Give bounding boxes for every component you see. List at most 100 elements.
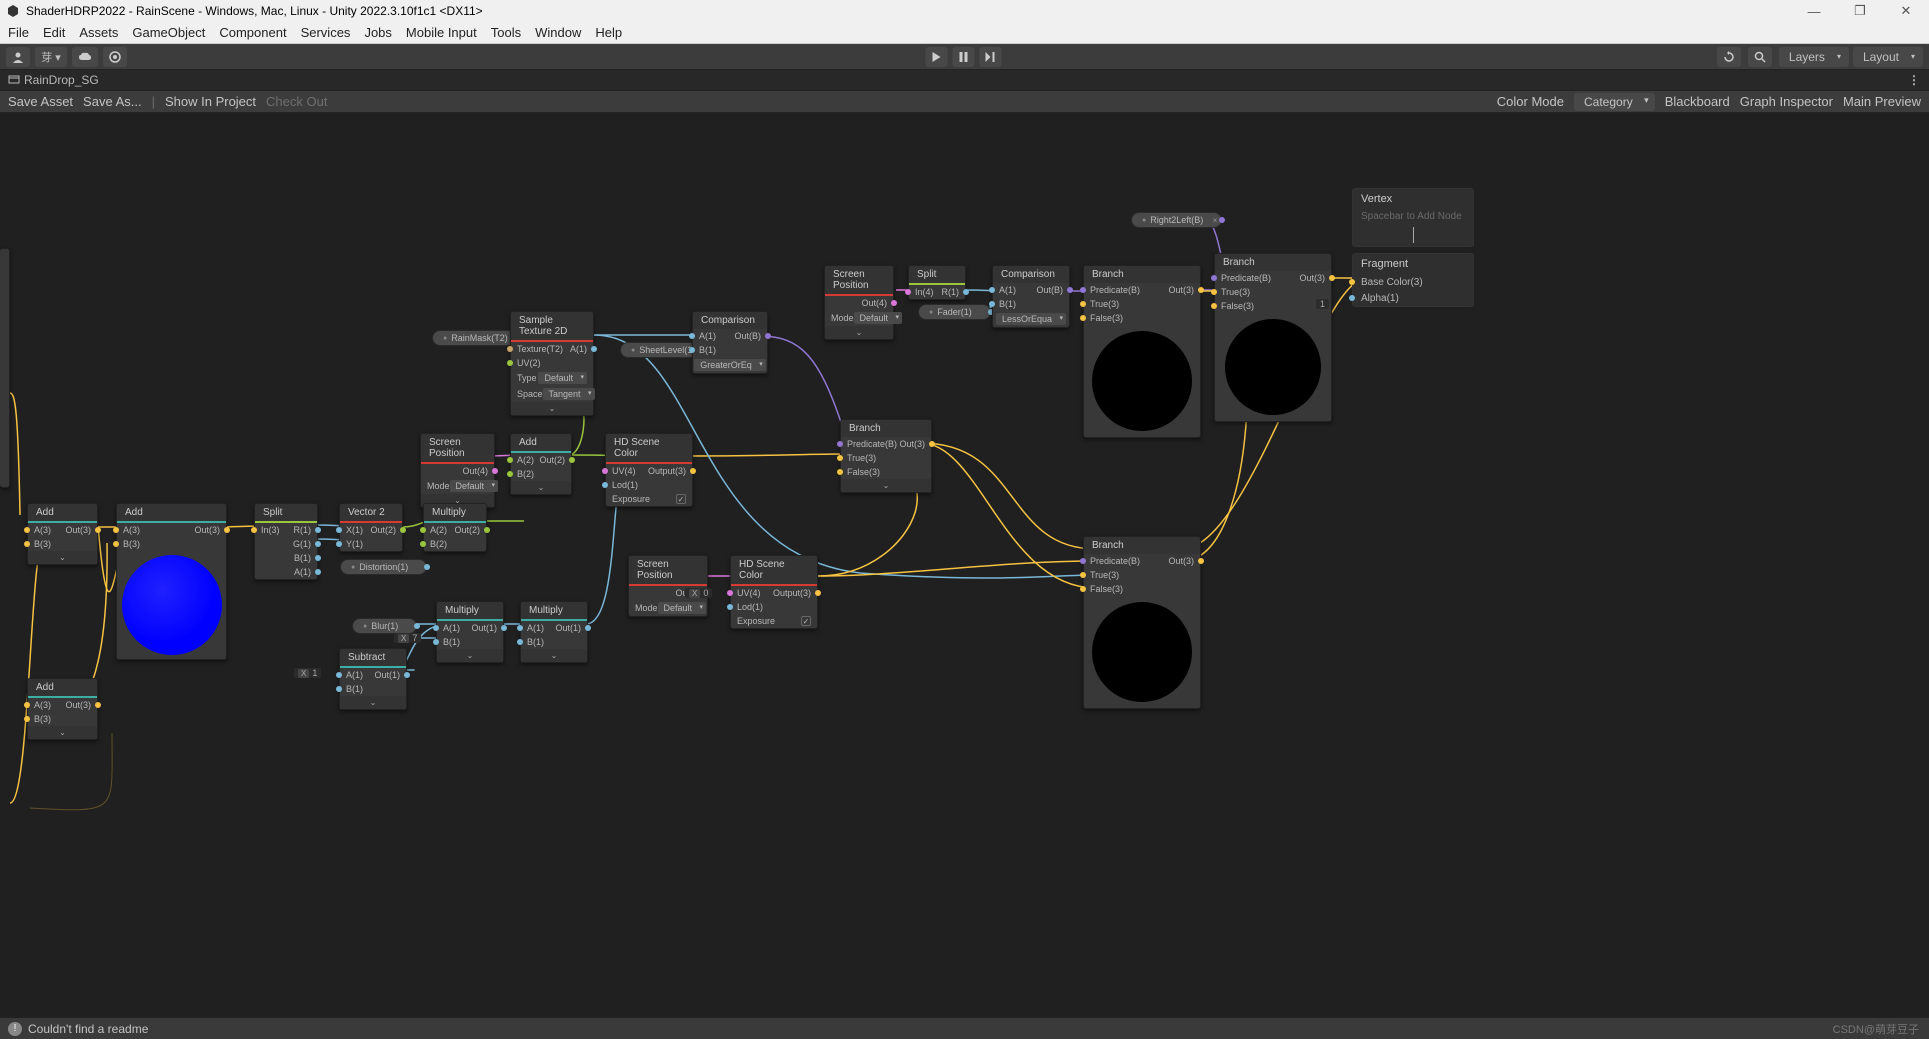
menu-tools[interactable]: Tools xyxy=(491,25,521,40)
node-branch-mid[interactable]: Branch Predicate(B)Out(3) True(3) False(… xyxy=(840,419,932,493)
node-truncated-left[interactable] xyxy=(0,248,10,488)
node-sample-texture-2d[interactable]: Sample Texture 2D Texture(T2)A(1) UV(2) … xyxy=(510,311,594,416)
fragment-base-color[interactable]: Base Color(3) xyxy=(1353,274,1473,290)
status-message: Couldn't find a readme xyxy=(28,1022,148,1036)
node-branch-2[interactable]: Branch Predicate(B)Out(3) True(3) False(… xyxy=(1083,536,1201,709)
context-vertex[interactable]: Vertex Spacebar to Add Node xyxy=(1352,188,1474,247)
node-comparison-2[interactable]: Comparison A(1)Out(B) B(1) LessOrEqua xyxy=(992,265,1070,328)
menu-edit[interactable]: Edit xyxy=(43,25,65,40)
menu-window[interactable]: Window xyxy=(535,25,581,40)
context-title: Vertex xyxy=(1353,189,1473,209)
node-title: Add xyxy=(28,504,97,521)
node-add-1[interactable]: Add A(3)Out(3) B(3) ⌄ xyxy=(27,503,98,565)
watermark: CSDN@萌芽豆子 xyxy=(1833,1021,1919,1037)
layout-dropdown[interactable]: Layout xyxy=(1853,47,1923,67)
node-title: Multiply xyxy=(424,504,486,521)
pause-button[interactable] xyxy=(952,47,974,67)
node-title: Multiply xyxy=(521,602,587,619)
node-hd-scene-color-2[interactable]: HD Scene Color UV(4)Output(3) Lod(1) Exp… xyxy=(730,555,818,629)
minimize-button[interactable]: — xyxy=(1791,0,1837,22)
constant-float-7[interactable]: X7 xyxy=(394,633,421,643)
account-dropdown[interactable]: 芽 ▾ xyxy=(35,47,67,67)
graph-inspector-toggle[interactable]: Graph Inspector xyxy=(1740,94,1833,109)
maximize-button[interactable]: ❐ xyxy=(1837,0,1883,22)
property-right2left[interactable]: Right2Left(B)× xyxy=(1131,212,1222,228)
play-button[interactable] xyxy=(925,47,947,67)
unity-logo-icon xyxy=(6,4,20,18)
menu-file[interactable]: File xyxy=(8,25,29,40)
node-split-2[interactable]: Split In(4)R(1) xyxy=(908,265,966,300)
search-button[interactable] xyxy=(1748,47,1772,67)
node-add-2[interactable]: Add A(3)Out(3) B(3) xyxy=(116,503,227,660)
show-in-project-button[interactable]: Show In Project xyxy=(165,94,256,109)
blackboard-toggle[interactable]: Blackboard xyxy=(1665,94,1730,109)
undo-history-button[interactable] xyxy=(1717,47,1741,67)
main-preview-toggle[interactable]: Main Preview xyxy=(1843,94,1921,109)
warning-icon: ! xyxy=(8,1022,22,1036)
constant-float-1[interactable]: X1 xyxy=(294,668,321,678)
node-vector2[interactable]: Vector 2 X(1)Out(2) Y(1) xyxy=(339,503,403,552)
property-fader[interactable]: Fader(1) xyxy=(918,304,991,320)
context-hint: Spacebar to Add Node xyxy=(1353,209,1473,224)
node-screen-position-1[interactable]: Screen Position Out(4) ModeDefault ⌄ xyxy=(420,433,495,508)
menu-component[interactable]: Component xyxy=(219,25,286,40)
menu-assets[interactable]: Assets xyxy=(79,25,118,40)
constant-float-0[interactable]: X0 xyxy=(685,588,712,598)
collapse-toggle[interactable]: ⌄ xyxy=(28,551,97,564)
tab-context-menu[interactable]: ⋮ xyxy=(1908,73,1921,87)
step-button[interactable] xyxy=(979,47,1001,67)
node-comparison-1[interactable]: Comparison A(1)Out(B) B(1) GreaterOrEq xyxy=(692,311,768,374)
graph-canvas[interactable]: Add A(3)Out(3) B(3) ⌄ Add A(3)Out(3) B(3… xyxy=(0,113,1929,1017)
node-title: Screen Position xyxy=(421,434,494,462)
node-add-bottom[interactable]: Add A(3)Out(3) B(3) ⌄ xyxy=(27,678,98,740)
window-title-bar: ShaderHDRP2022 - RainScene - Windows, Ma… xyxy=(0,0,1929,22)
check-out-button: Check Out xyxy=(266,94,327,109)
main-toolbar: 芽 ▾ Layers Layout xyxy=(0,44,1929,70)
save-asset-button[interactable]: Save Asset xyxy=(8,94,73,109)
node-branch-3[interactable]: Branch Predicate(B)Out(3) True(3) False(… xyxy=(1214,253,1332,422)
settings-button[interactable] xyxy=(103,47,127,67)
node-multiply-2[interactable]: Multiply A(1)Out(1) B(1) ⌄ xyxy=(436,601,504,663)
collapse-toggle[interactable]: ⌄ xyxy=(511,402,593,415)
close-button[interactable]: ✕ xyxy=(1883,0,1929,22)
node-title: Split xyxy=(255,504,317,521)
property-distortion[interactable]: Distortion(1) xyxy=(340,559,427,575)
constant-alpha-1[interactable]: 1 xyxy=(1316,299,1329,309)
node-title: HD Scene Color xyxy=(731,556,817,584)
color-mode-dropdown[interactable]: Category xyxy=(1574,93,1655,111)
cloud-button[interactable] xyxy=(72,47,98,67)
node-multiply-1[interactable]: Multiply A(2)Out(2) B(2) xyxy=(423,503,487,552)
node-branch-1[interactable]: Branch Predicate(B)Out(3) True(3) False(… xyxy=(1083,265,1201,438)
menu-help[interactable]: Help xyxy=(595,25,622,40)
node-hd-scene-color-1[interactable]: HD Scene Color UV(4)Output(3) Lod(1) Exp… xyxy=(605,433,693,507)
shader-graph-icon xyxy=(8,74,20,86)
context-fragment[interactable]: Fragment Base Color(3) Alpha(1) xyxy=(1352,253,1474,307)
menu-gameobject[interactable]: GameObject xyxy=(132,25,205,40)
tab-label[interactable]: RainDrop_SG xyxy=(24,73,99,87)
node-title: Add xyxy=(28,679,97,696)
node-split-1[interactable]: Split In(3)R(1) G(1) B(1) A(1) xyxy=(254,503,318,580)
node-title: Branch xyxy=(1084,537,1200,554)
save-as-button[interactable]: Save As... xyxy=(83,94,142,109)
fragment-alpha[interactable]: Alpha(1) xyxy=(1353,290,1473,306)
node-title: Screen Position xyxy=(629,556,707,584)
collapse-toggle[interactable]: ⌄ xyxy=(511,481,571,494)
status-bar: ! Couldn't find a readme CSDN@萌芽豆子 xyxy=(0,1017,1929,1039)
node-title: Comparison xyxy=(993,266,1069,283)
node-screen-position-2[interactable]: Screen Position Out(4) ModeDefault xyxy=(628,555,708,617)
menu-jobs[interactable]: Jobs xyxy=(364,25,391,40)
node-subtract[interactable]: Subtract A(1)Out(1) B(1) ⌄ xyxy=(339,648,407,710)
collapse-toggle[interactable]: ⌄ xyxy=(28,726,97,739)
menu-services[interactable]: Services xyxy=(301,25,351,40)
close-icon[interactable]: × xyxy=(1213,216,1218,225)
node-screen-position-3[interactable]: Screen Position Out(4) ModeDefault ⌄ xyxy=(824,265,894,340)
layers-dropdown[interactable]: Layers xyxy=(1779,47,1849,67)
property-blur[interactable]: Blur(1) xyxy=(352,618,417,634)
account-button[interactable] xyxy=(6,47,30,67)
node-title: Add xyxy=(117,504,226,521)
menu-mobileinput[interactable]: Mobile Input xyxy=(406,25,477,40)
node-multiply-3[interactable]: Multiply A(1)Out(1) B(1) ⌄ xyxy=(520,601,588,663)
node-title: Branch xyxy=(841,420,931,437)
node-title: Branch xyxy=(1215,254,1331,271)
node-add-3[interactable]: Add A(2)Out(2) B(2) ⌄ xyxy=(510,433,572,495)
